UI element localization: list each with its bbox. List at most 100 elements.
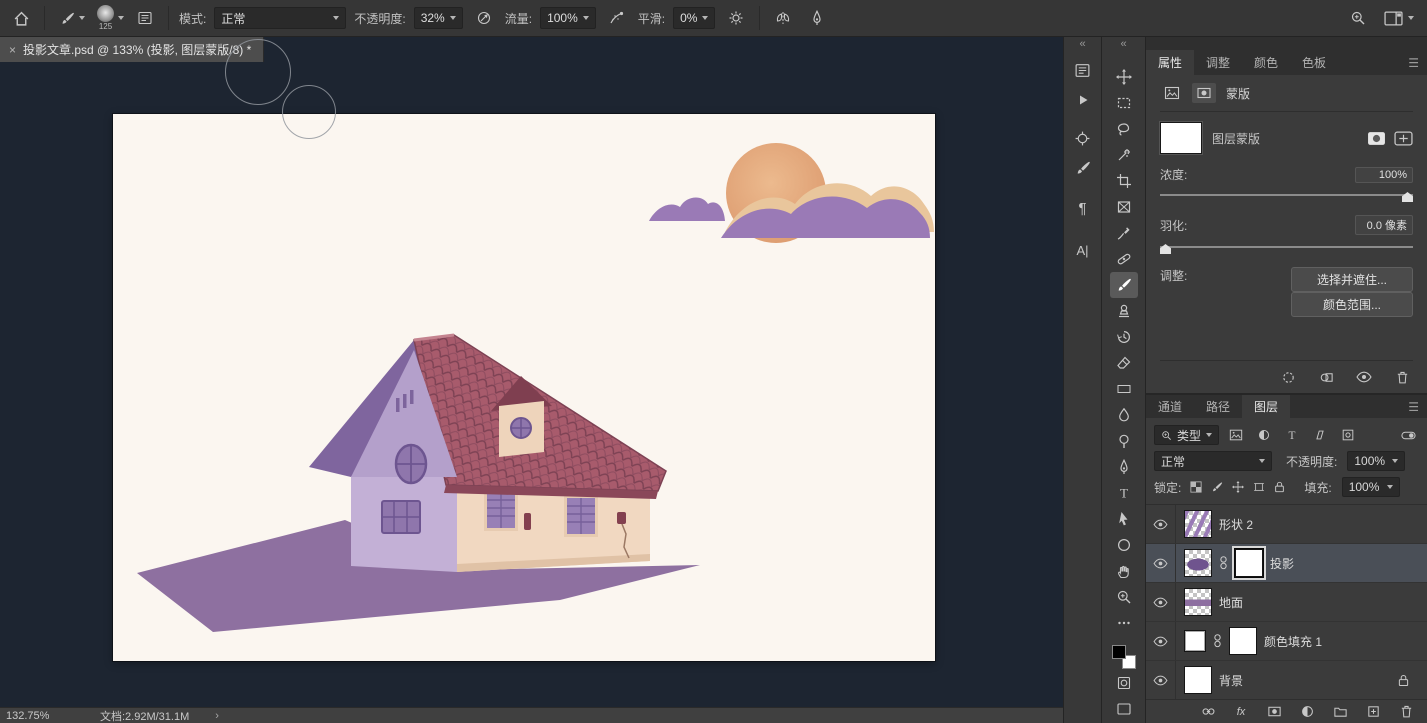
add-layer-mask-icon[interactable]	[1263, 702, 1285, 722]
mask-link-icon[interactable]	[1213, 633, 1222, 649]
add-vector-mask-icon[interactable]	[1394, 131, 1413, 146]
history-brush-tool[interactable]	[1110, 324, 1138, 350]
airbrush-icon[interactable]	[604, 4, 630, 32]
expand-panels-icon[interactable]: «	[1064, 37, 1101, 51]
symmetry-icon[interactable]	[770, 4, 796, 32]
canvas-region[interactable]: × 投影文章.psd @ 133% (投影, 图层蒙版/8) *	[0, 37, 1063, 723]
layer-row-background[interactable]: 背景	[1146, 661, 1427, 699]
foreground-color-swatch[interactable]	[1112, 645, 1126, 659]
layer-opacity-select[interactable]: 100%	[1347, 451, 1405, 471]
apply-mask-icon[interactable]	[1315, 367, 1337, 387]
pixel-layer-properties-icon[interactable]	[1160, 83, 1184, 103]
select-and-mask-button[interactable]: 选择并遮住...	[1291, 267, 1413, 292]
paragraph-panel-icon[interactable]: ¶	[1068, 193, 1098, 223]
lock-all-icon[interactable]	[1271, 479, 1288, 496]
frame-tool[interactable]	[1110, 194, 1138, 220]
tab-paths[interactable]: 路径	[1194, 395, 1242, 418]
blend-mode-select[interactable]: 正常	[214, 7, 346, 29]
zoom-level-field[interactable]: 132.75%	[6, 710, 52, 722]
layer-name[interactable]: 投影	[1270, 555, 1294, 572]
clone-source-panel-icon[interactable]	[1068, 123, 1098, 153]
flow-select[interactable]: 100%	[540, 7, 596, 29]
tab-layers[interactable]: 图层	[1242, 395, 1290, 418]
pressure-opacity-icon[interactable]	[471, 4, 497, 32]
blur-tool[interactable]	[1110, 402, 1138, 428]
layer-name[interactable]: 背景	[1219, 672, 1243, 689]
toggle-brush-settings-icon[interactable]	[132, 4, 158, 32]
load-selection-from-mask-icon[interactable]	[1277, 367, 1299, 387]
dodge-tool[interactable]	[1110, 428, 1138, 454]
status-options-chevron[interactable]: ›	[215, 710, 219, 722]
artboard[interactable]	[113, 114, 935, 661]
hand-tool[interactable]	[1110, 558, 1138, 584]
density-slider[interactable]	[1160, 188, 1413, 203]
layer-thumbnail[interactable]	[1184, 588, 1212, 616]
visibility-eye-icon[interactable]	[1146, 544, 1176, 582]
layer-row-shadow[interactable]: 投影	[1146, 544, 1427, 583]
visibility-eye-icon[interactable]	[1146, 505, 1176, 543]
layer-mask-thumbnail[interactable]	[1160, 122, 1202, 154]
expand-tools-icon[interactable]: «	[1102, 37, 1145, 51]
visibility-eye-icon[interactable]	[1146, 583, 1176, 621]
lock-artboard-icon[interactable]	[1250, 479, 1267, 496]
crop-tool[interactable]	[1110, 168, 1138, 194]
adjustment-layer-filter-icon[interactable]	[1253, 425, 1275, 445]
panel-menu-icon[interactable]: ☰	[1400, 50, 1427, 75]
foreground-background-swatches[interactable]	[1111, 644, 1137, 670]
edit-toolbar-icon[interactable]	[1110, 610, 1138, 636]
layer-blend-mode-select[interactable]: 正常	[1154, 451, 1272, 471]
delete-layer-icon[interactable]	[1395, 702, 1417, 722]
layer-row-shape2[interactable]: 形状 2	[1146, 505, 1427, 544]
lock-transparent-icon[interactable]	[1187, 479, 1204, 496]
new-layer-icon[interactable]	[1362, 702, 1384, 722]
tab-properties[interactable]: 属性	[1146, 50, 1194, 75]
brush-preset-picker[interactable]: 125	[97, 5, 124, 31]
ellipse-tool[interactable]	[1110, 532, 1138, 558]
smart-object-filter-icon[interactable]	[1337, 425, 1359, 445]
link-layers-icon[interactable]	[1197, 702, 1219, 722]
new-group-icon[interactable]	[1329, 702, 1351, 722]
close-tab-icon[interactable]: ×	[9, 43, 16, 57]
layers-panel-menu-icon[interactable]: ☰	[1400, 395, 1427, 418]
pixel-layer-filter-icon[interactable]	[1225, 425, 1247, 445]
new-adjustment-layer-icon[interactable]	[1296, 702, 1318, 722]
lock-paint-icon[interactable]	[1208, 479, 1225, 496]
pen-tool[interactable]	[1110, 454, 1138, 480]
layer-fill-select[interactable]: 100%	[1342, 477, 1400, 497]
workspace-switcher-icon[interactable]	[1379, 4, 1419, 32]
actions-panel-icon[interactable]	[1068, 85, 1098, 115]
quick-mask-icon[interactable]	[1110, 670, 1138, 696]
tab-color[interactable]: 颜色	[1242, 50, 1290, 75]
visibility-eye-icon[interactable]	[1146, 622, 1176, 660]
type-tool[interactable]	[1110, 480, 1138, 506]
opacity-select[interactable]: 32%	[414, 7, 463, 29]
layer-row-colorfill[interactable]: 颜色填充 1	[1146, 622, 1427, 661]
layer-thumbnail[interactable]	[1184, 510, 1212, 538]
layer-mask-thumbnail[interactable]	[1229, 627, 1257, 655]
layer-style-icon[interactable]: fx	[1230, 702, 1252, 722]
home-icon[interactable]	[8, 4, 34, 32]
pressure-size-icon[interactable]	[804, 4, 830, 32]
color-range-button[interactable]: 颜色范围...	[1291, 292, 1413, 317]
document-tab[interactable]: × 投影文章.psd @ 133% (投影, 图层蒙版/8) *	[0, 37, 264, 62]
search-icon[interactable]	[1345, 4, 1371, 32]
layer-name[interactable]: 颜色填充 1	[1264, 633, 1322, 650]
toggle-mask-visibility-icon[interactable]	[1353, 367, 1375, 387]
brush-tool[interactable]	[1110, 272, 1138, 298]
screen-mode-icon[interactable]	[1110, 696, 1138, 722]
feather-slider[interactable]	[1160, 240, 1413, 255]
marquee-tool[interactable]	[1110, 90, 1138, 116]
mask-link-icon[interactable]	[1219, 555, 1228, 571]
lasso-tool[interactable]	[1110, 116, 1138, 142]
type-layer-filter-icon[interactable]	[1281, 425, 1303, 445]
shape-layer-filter-icon[interactable]	[1309, 425, 1331, 445]
density-value-field[interactable]: 100%	[1355, 167, 1413, 183]
clone-stamp-tool[interactable]	[1110, 298, 1138, 324]
gradient-tool[interactable]	[1110, 376, 1138, 402]
tab-swatches[interactable]: 色板	[1290, 50, 1338, 75]
feather-value-field[interactable]: 0.0 像素	[1355, 215, 1413, 235]
layer-name[interactable]: 形状 2	[1219, 516, 1253, 533]
lock-position-icon[interactable]	[1229, 479, 1246, 496]
eraser-tool[interactable]	[1110, 350, 1138, 376]
healing-brush-tool[interactable]	[1110, 246, 1138, 272]
